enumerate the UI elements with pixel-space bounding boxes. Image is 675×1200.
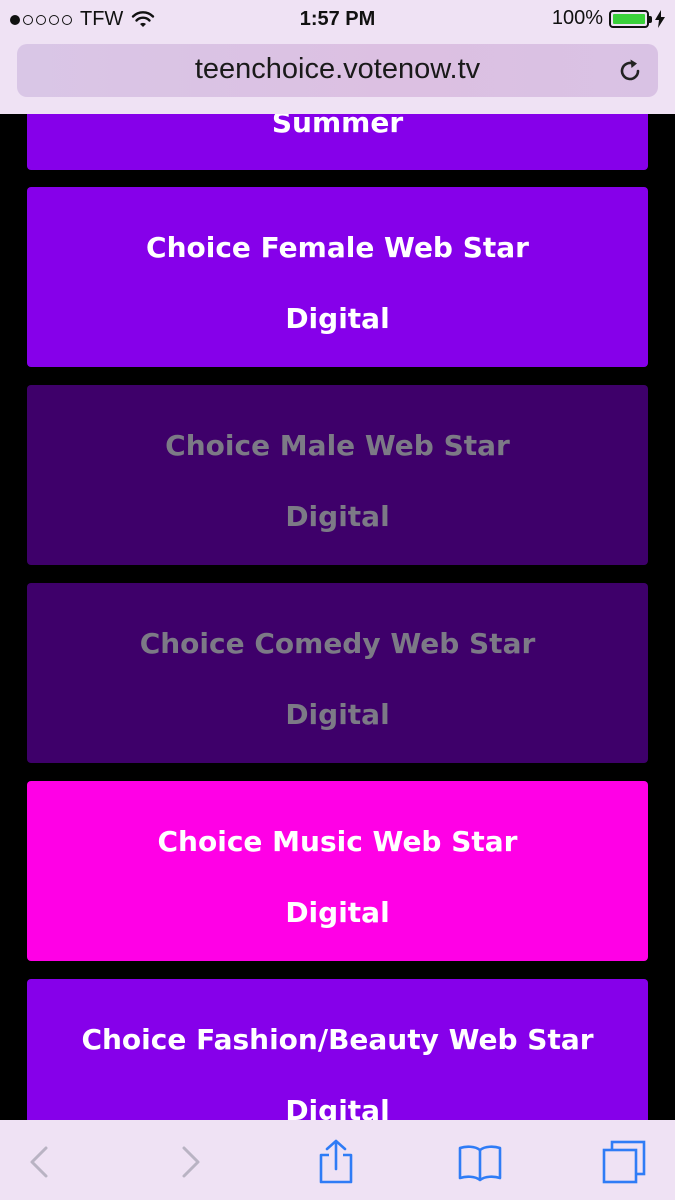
category-title: Choice Female Web Star (146, 231, 529, 264)
url-bar[interactable]: teenchoice.votenow.tv (17, 44, 658, 97)
category-card-comedy-web-star: Choice Comedy Web Star Digital (27, 583, 648, 763)
share-icon[interactable] (312, 1138, 360, 1186)
category-title: Choice Comedy Web Star (139, 627, 536, 660)
category-card-female-web-star[interactable]: Choice Female Web Star Digital (27, 187, 648, 367)
browser-top-chrome: TFW 1:57 PM 100% teenchoice.votenow.tv (0, 0, 675, 114)
category-title: Choice Male Web Star (165, 429, 510, 462)
url-text[interactable]: teenchoice.votenow.tv (17, 53, 658, 86)
category-subtitle: Digital (285, 302, 390, 335)
category-title: Choice Music Web Star (157, 825, 518, 858)
category-subtitle: Digital (285, 896, 390, 929)
category-title: Choice Fashion/Beauty Web Star (81, 1023, 594, 1056)
chevron-left-icon[interactable] (16, 1138, 64, 1186)
battery-icon (609, 9, 652, 28)
battery-level (613, 13, 645, 24)
browser-bottom-toolbar (0, 1120, 675, 1200)
screen: Summer Choice Female Web Star Digital Ch… (0, 0, 675, 1200)
charging-bolt-icon (655, 9, 665, 28)
status-right: 100% (552, 7, 665, 30)
category-list: Summer Choice Female Web Star Digital Ch… (0, 0, 675, 1200)
tabs-icon[interactable] (600, 1138, 648, 1186)
category-card-male-web-star: Choice Male Web Star Digital (27, 385, 648, 565)
battery-percent: 100% (551, 7, 603, 29)
status-bar: TFW 1:57 PM 100% (0, 0, 675, 38)
category-subtitle: Digital (285, 698, 390, 731)
category-card-music-web-star[interactable]: Choice Music Web Star Digital (27, 781, 648, 961)
book-icon[interactable] (456, 1138, 504, 1186)
category-subtitle: Digital (285, 500, 390, 533)
chevron-right-icon[interactable] (166, 1138, 214, 1186)
reload-icon[interactable] (616, 57, 644, 85)
